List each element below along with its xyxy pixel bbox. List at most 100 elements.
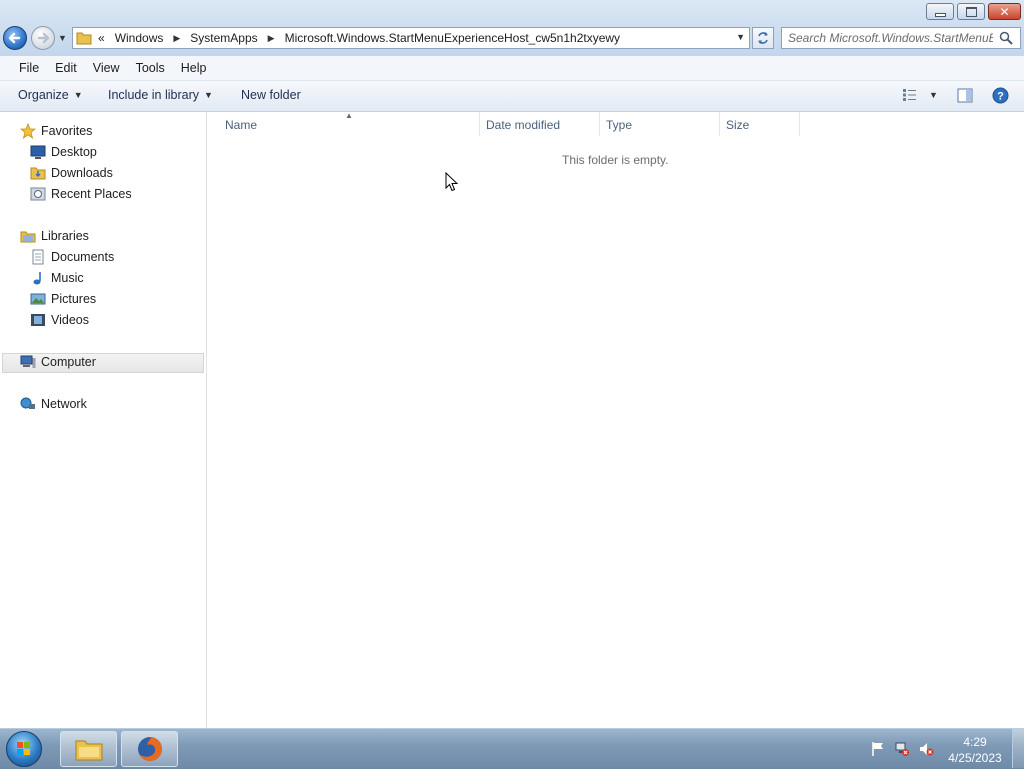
new-folder-label: New folder	[241, 88, 301, 102]
menu-view[interactable]: View	[89, 61, 124, 75]
nav-pictures[interactable]: Pictures	[30, 289, 96, 309]
breadcrumb-windows[interactable]: Windows	[115, 31, 164, 45]
nav-downloads-label: Downloads	[51, 166, 113, 180]
taskbar-explorer-button[interactable]	[60, 731, 117, 767]
include-in-library-label: Include in library	[108, 88, 200, 102]
nav-recent-places-label: Recent Places	[51, 187, 132, 201]
nav-desktop-label: Desktop	[51, 145, 97, 159]
file-list[interactable]: ▲ Name Date modified Type Size This fold…	[207, 111, 1024, 728]
documents-icon	[32, 249, 44, 265]
videos-icon	[31, 314, 45, 326]
network-disconnected-icon[interactable]	[894, 741, 910, 757]
help-button[interactable]: ?	[992, 87, 1009, 107]
clock[interactable]: 4:29 4/25/2023	[940, 734, 1010, 766]
nav-libraries-label: Libraries	[41, 229, 89, 243]
start-button[interactable]	[6, 731, 42, 767]
nav-music-label: Music	[51, 271, 84, 285]
chevron-right-icon[interactable]: ▶	[173, 33, 180, 44]
nav-pictures-label: Pictures	[51, 292, 97, 306]
show-desktop-button[interactable]	[1012, 729, 1024, 768]
refresh-icon	[758, 32, 768, 44]
organize-label: Organize	[18, 88, 69, 102]
minimize-button[interactable]	[926, 3, 954, 20]
search-input[interactable]	[788, 31, 993, 45]
computer-icon	[20, 355, 36, 368]
details-view-icon	[903, 89, 916, 101]
folder-icon	[76, 32, 92, 45]
sort-ascending-icon: ▲	[345, 111, 353, 120]
help-icon: ?	[992, 87, 1009, 104]
column-header-type[interactable]: Type	[606, 118, 632, 132]
chevron-right-icon[interactable]: ▶	[268, 33, 275, 44]
column-divider[interactable]	[599, 112, 600, 136]
forward-button[interactable]	[31, 26, 55, 50]
refresh-button[interactable]	[752, 27, 774, 49]
chevron-down-icon: ▼	[73, 90, 83, 100]
menu-edit[interactable]: Edit	[51, 61, 81, 75]
nav-desktop[interactable]: Desktop	[30, 142, 97, 162]
close-icon: ✕	[999, 4, 1010, 19]
title-bar: ✕ ▼ « Windows ▶ SystemApps ▶ Microsoft.Win…	[0, 0, 1024, 56]
column-divider[interactable]	[719, 112, 720, 136]
preview-pane-icon	[957, 88, 973, 103]
column-header-name[interactable]: Name	[225, 118, 257, 132]
chevron-down-icon[interactable]: ▼	[929, 90, 938, 100]
windows-start-icon	[17, 742, 30, 755]
recent-places-icon	[30, 187, 46, 201]
taskbar-firefox-button[interactable]	[121, 731, 178, 767]
restore-button[interactable]	[957, 3, 985, 20]
nav-computer-label: Computer	[41, 355, 96, 369]
nav-libraries[interactable]: Libraries	[20, 226, 89, 246]
command-bar: Organize ▼ Include in library ▼ New fold…	[0, 81, 1024, 112]
recent-pages-dropdown[interactable]: ▼	[58, 33, 67, 43]
menu-file[interactable]: File	[15, 61, 43, 75]
nav-music[interactable]: Music	[30, 268, 84, 288]
breadcrumb-current-folder[interactable]: Microsoft.Windows.StartMenuExperienceHos…	[285, 31, 620, 45]
search-box[interactable]	[781, 27, 1021, 49]
address-overflow[interactable]: «	[98, 31, 105, 45]
address-dropdown-icon[interactable]: ▼	[736, 32, 745, 42]
nav-network-label: Network	[41, 397, 87, 411]
nav-recent-places[interactable]: Recent Places	[30, 184, 132, 204]
nav-documents[interactable]: Documents	[30, 247, 114, 267]
taskbar: 4:29 4/25/2023	[0, 728, 1024, 769]
star-icon	[20, 123, 36, 139]
menu-help[interactable]: Help	[177, 61, 211, 75]
volume-muted-icon[interactable]	[918, 741, 934, 757]
organize-button[interactable]: Organize ▼	[18, 88, 83, 102]
nav-downloads[interactable]: Downloads	[30, 163, 113, 183]
nav-favorites[interactable]: Favorites	[20, 121, 92, 141]
menu-tools[interactable]: Tools	[132, 61, 169, 75]
downloads-folder-icon	[30, 167, 46, 180]
explorer-icon	[75, 740, 102, 761]
action-center-flag-icon[interactable]	[870, 741, 886, 757]
libraries-icon	[20, 231, 36, 243]
nav-favorites-label: Favorites	[41, 124, 93, 138]
new-folder-button[interactable]: New folder	[241, 88, 301, 102]
mouse-cursor-icon	[445, 172, 459, 192]
nav-network[interactable]: Network	[20, 394, 87, 414]
clock-time: 4:29	[963, 735, 987, 749]
firefox-icon	[137, 737, 162, 761]
column-header-size[interactable]: Size	[726, 118, 749, 132]
column-header-date-modified[interactable]: Date modified	[486, 118, 560, 132]
include-in-library-button[interactable]: Include in library ▼	[108, 88, 213, 102]
forward-arrow-icon	[37, 32, 50, 44]
column-divider[interactable]	[799, 112, 800, 136]
breadcrumb-systemapps[interactable]: SystemApps	[190, 31, 257, 45]
menu-bar: File Edit View Tools Help	[0, 56, 1024, 81]
back-button[interactable]	[3, 26, 27, 50]
preview-pane-button[interactable]	[957, 88, 973, 106]
address-bar[interactable]: « Windows ▶ SystemApps ▶ Microsoft.Windows…	[72, 27, 750, 49]
change-view-button[interactable]: ▼	[902, 88, 938, 102]
restore-icon	[965, 6, 977, 17]
nav-videos-label: Videos	[51, 313, 89, 327]
svg-text:?: ?	[997, 91, 1004, 103]
nav-computer[interactable]: Computer	[20, 352, 96, 372]
column-divider[interactable]	[479, 112, 480, 136]
desktop-icon	[30, 145, 46, 159]
search-icon[interactable]	[999, 31, 1013, 45]
network-icon	[20, 397, 35, 409]
nav-videos[interactable]: Videos	[30, 310, 89, 330]
close-button[interactable]: ✕	[988, 3, 1021, 20]
